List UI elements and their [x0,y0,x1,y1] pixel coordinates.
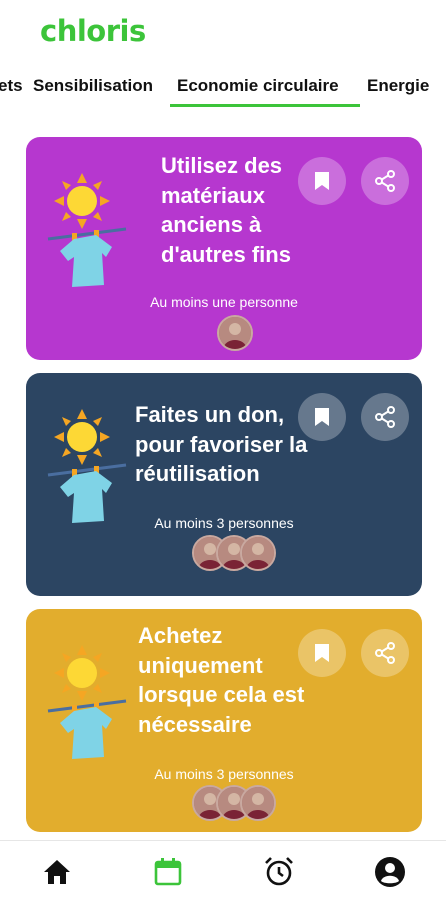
bookmark-icon [315,172,329,190]
bookmark-icon [315,408,329,426]
action-card[interactable]: Faites un don, pour favoriser la réutili… [26,373,422,596]
app-logo: chloris [40,14,146,48]
participants-count: Au moins 3 personnes [154,766,294,782]
save-button[interactable] [298,157,346,205]
sun-laundry-illustration [46,173,128,293]
share-icon [375,406,395,428]
bookmark-icon [315,644,329,662]
avatar [217,315,253,351]
action-card[interactable]: Achetez uniquement lorsque cela est néce… [26,609,422,832]
share-icon [375,170,395,192]
participants-count: Au moins une personne [150,294,298,310]
app-header: chloris [0,0,446,60]
share-icon [375,642,395,664]
tab-sensibilisation[interactable]: Sensibilisation [33,76,153,96]
participants-count: Au moins 3 personnes [154,515,294,531]
alarm-clock-icon [265,857,293,886]
action-card[interactable]: Utilisez des matériaux anciens à d'autre… [26,137,422,360]
calendar-icon [154,858,182,886]
share-button[interactable] [361,157,409,205]
share-button[interactable] [361,393,409,441]
nav-profile[interactable] [373,855,407,889]
share-button[interactable] [361,629,409,677]
home-icon [44,860,70,884]
card-title: Faites un don, pour favoriser la réutili… [135,402,308,486]
account-icon [375,857,405,887]
nav-reminders[interactable] [262,855,296,889]
nav-home[interactable] [40,855,74,889]
tab-previous[interactable]: ets [0,76,23,96]
nav-calendar[interactable] [151,855,185,889]
active-tab-indicator [170,104,360,107]
bottom-navigation [0,840,446,900]
card-title: Achetez uniquement lorsque cela est néce… [138,623,305,737]
avatar [240,535,276,571]
category-tabs: ets Sensibilisation Economie circulaire … [0,66,446,110]
tab-energie[interactable]: Energie [367,76,429,96]
tab-economie-circulaire[interactable]: Economie circulaire [177,76,339,96]
sun-laundry-illustration [46,645,128,765]
sun-laundry-illustration [46,409,128,529]
save-button[interactable] [298,629,346,677]
avatar [240,785,276,821]
save-button[interactable] [298,393,346,441]
card-title: Utilisez des matériaux anciens à d'autre… [161,153,291,267]
